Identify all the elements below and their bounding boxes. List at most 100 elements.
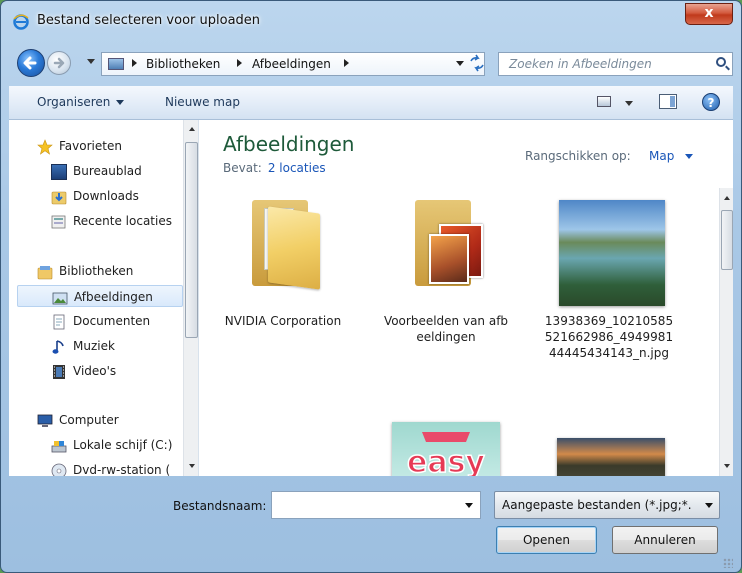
desktop-label: Bureaublad xyxy=(73,164,142,178)
chevron-down-icon[interactable] xyxy=(705,503,713,508)
breadcrumb-libraries[interactable]: Bibliotheken xyxy=(146,57,220,71)
breadcrumb-separator-icon[interactable] xyxy=(132,59,137,67)
image-tile-photo[interactable]: 13938369_10210585521662986_4949981444454… xyxy=(544,200,674,380)
chevron-down-icon xyxy=(116,100,125,105)
folder-caption: NVIDIA Corporation xyxy=(224,314,342,328)
take-it-easy-thumbnail: easy xyxy=(406,432,486,476)
nav-local-disk[interactable]: Lokale schijf (C:) xyxy=(51,434,172,456)
close-button[interactable]: x xyxy=(685,3,733,25)
nav-documents[interactable]: Documenten xyxy=(51,310,150,332)
libraries-label: Bibliotheken xyxy=(59,264,134,278)
downloads-label: Downloads xyxy=(73,189,139,203)
scroll-down-icon[interactable] xyxy=(724,464,730,468)
file-type-value: Aangepaste bestanden (*.jpg;*. xyxy=(502,498,692,512)
navpane-scroll-thumb[interactable] xyxy=(185,142,198,338)
arrange-by-label: Rangschikken op: xyxy=(525,149,631,163)
open-button[interactable]: Openen xyxy=(496,526,597,554)
recent-places-icon xyxy=(51,215,66,228)
new-folder-button[interactable]: Nieuwe map xyxy=(165,95,240,109)
cancel-button[interactable]: Annuleren xyxy=(612,526,718,554)
music-label: Muziek xyxy=(73,339,115,353)
dvd-drive-label: Dvd-rw-station ( xyxy=(73,463,171,476)
organize-label: Organiseren xyxy=(37,95,111,109)
breadcrumb-pictures[interactable]: Afbeeldingen xyxy=(252,57,331,71)
image-tile-take-it-easy[interactable]: easy xyxy=(392,422,500,476)
search-icon[interactable] xyxy=(716,57,726,67)
videos-label: Video's xyxy=(73,364,117,378)
arrange-by-dropdown[interactable]: Map xyxy=(649,149,674,163)
nav-computer[interactable]: Computer xyxy=(37,409,119,431)
svg-text:easy: easy xyxy=(407,445,485,476)
scroll-down-icon[interactable] xyxy=(189,464,195,468)
back-button[interactable] xyxy=(17,49,45,77)
navpane-scrollbar[interactable] xyxy=(183,120,198,476)
desktop-icon xyxy=(51,163,67,180)
help-icon[interactable]: ? xyxy=(702,93,720,111)
file-dialog-window: Bestand selecteren voor uploaden x Bibli… xyxy=(0,0,742,573)
folder-tile-nvidia[interactable]: NVIDIA Corporation xyxy=(218,200,348,328)
refresh-icon[interactable] xyxy=(467,53,487,73)
address-history-dropdown[interactable] xyxy=(456,61,464,66)
folder-icon xyxy=(252,200,322,290)
forward-button[interactable] xyxy=(47,51,71,75)
content-scrollbar[interactable] xyxy=(719,188,733,476)
folder-caption: Voorbeelden van afbeeldingen xyxy=(383,314,509,344)
search-box[interactable]: Zoeken in Afbeeldingen xyxy=(498,52,733,76)
navigation-pane: Favorieten Bureaublad Downloads Recente … xyxy=(9,120,199,476)
documents-library-icon xyxy=(53,314,65,329)
nav-downloads[interactable]: Downloads xyxy=(51,185,139,207)
nav-desktop[interactable]: Bureaublad xyxy=(51,160,142,182)
filename-history-dropdown[interactable] xyxy=(465,503,473,508)
nav-recent-places[interactable]: Recente locaties xyxy=(51,210,172,232)
internet-explorer-icon xyxy=(13,14,29,30)
filename-input[interactable] xyxy=(276,493,460,519)
content-scroll-thumb[interactable] xyxy=(721,210,733,270)
window-title: Bestand selecteren voor uploaden xyxy=(37,13,261,28)
chevron-down-icon[interactable] xyxy=(685,154,693,159)
search-placeholder: Zoeken in Afbeeldingen xyxy=(509,57,652,71)
documents-label: Documenten xyxy=(73,314,151,328)
nav-music[interactable]: Muziek xyxy=(51,335,115,357)
change-view-icon[interactable] xyxy=(597,96,611,107)
file-caption: 13938369_10210585521662986_4949981444454… xyxy=(544,314,674,360)
library-location-icon xyxy=(108,58,124,70)
videos-film-icon xyxy=(53,364,65,379)
nav-favorites[interactable]: Favorieten xyxy=(37,135,122,157)
close-icon: x xyxy=(704,5,714,21)
organize-menu[interactable]: Organiseren xyxy=(37,95,125,109)
scroll-up-icon[interactable] xyxy=(189,127,195,131)
library-includes: Bevat: 2 locaties xyxy=(223,161,326,175)
resize-grip[interactable] xyxy=(723,558,733,568)
pictures-folder-icon xyxy=(415,200,485,286)
local-disk-label: Lokale schijf (C:) xyxy=(73,438,173,452)
scroll-up-icon[interactable] xyxy=(724,196,730,200)
file-list-pane: Afbeeldingen Bevat: 2 locaties Rangschikk… xyxy=(199,120,733,476)
nav-pictures[interactable]: Afbeeldingen xyxy=(17,285,183,307)
breadcrumb-separator-icon[interactable] xyxy=(237,59,242,67)
star-icon xyxy=(37,138,53,155)
view-options-dropdown[interactable] xyxy=(625,101,633,106)
folder-tile-sample-pictures[interactable]: Voorbeelden van afbeeldingen xyxy=(381,200,511,344)
locations-link[interactable]: 2 locaties xyxy=(268,161,326,175)
title-bar[interactable]: Bestand selecteren voor uploaden x xyxy=(1,1,741,41)
filename-field[interactable] xyxy=(271,491,481,519)
pictures-label: Afbeeldingen xyxy=(74,290,153,304)
dvd-drive-icon xyxy=(51,463,67,476)
libraries-icon xyxy=(37,265,53,279)
pictures-library-icon xyxy=(52,292,68,304)
dialog-footer: Bestandsnaam: Aangepaste bestanden (*.jp… xyxy=(1,476,741,572)
computer-icon xyxy=(37,414,53,427)
hard-drive-icon xyxy=(51,440,67,452)
preview-pane-icon[interactable] xyxy=(659,94,677,109)
nav-dvd-drive[interactable]: Dvd-rw-station ( xyxy=(51,459,170,476)
file-type-select[interactable]: Aangepaste bestanden (*.jpg;*. xyxy=(494,491,720,519)
navigation-bar: Bibliotheken Afbeeldingen Zoeken in Afbe… xyxy=(1,41,741,83)
recent-pages-dropdown[interactable] xyxy=(87,59,95,64)
library-title: Afbeeldingen xyxy=(223,132,355,156)
nav-libraries[interactable]: Bibliotheken xyxy=(37,260,133,282)
address-bar[interactable]: Bibliotheken Afbeeldingen xyxy=(101,52,485,76)
breadcrumb-separator-icon[interactable] xyxy=(344,59,349,67)
nav-videos[interactable]: Video's xyxy=(51,360,116,382)
image-tile-sunset[interactable] xyxy=(557,438,665,476)
command-toolbar: Organiseren Nieuwe map ? xyxy=(9,86,733,120)
